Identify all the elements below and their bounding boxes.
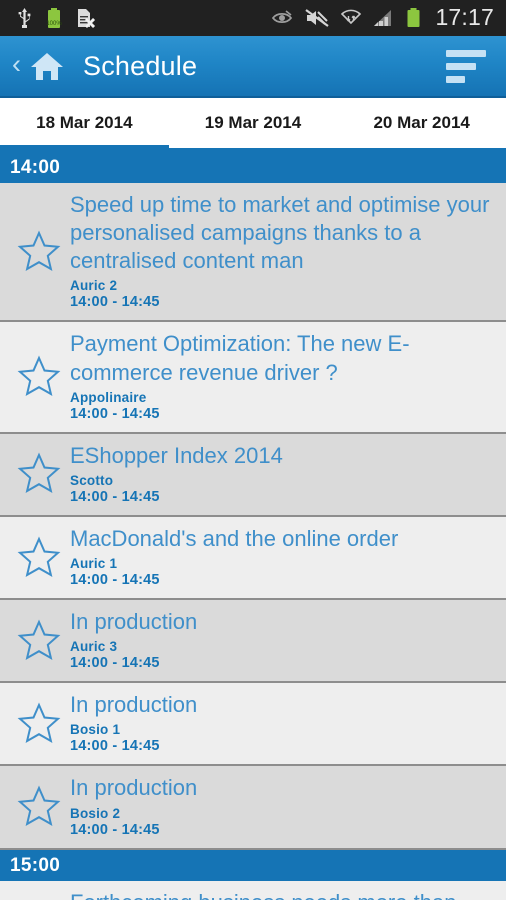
- session-time: 14:00 - 14:45: [70, 572, 160, 589]
- session-room: Scotto: [70, 472, 114, 488]
- tab-date-1[interactable]: 19 Mar 2014: [169, 98, 338, 148]
- favorite-star-icon[interactable]: [8, 702, 70, 744]
- session-details: Payment Optimization: The new E-commerce…: [70, 330, 498, 421]
- battery-icon: [406, 8, 421, 28]
- session-room: Auric 3: [70, 639, 118, 655]
- tab-label: 18 Mar 2014: [36, 113, 133, 132]
- favorite-star-icon[interactable]: [8, 536, 70, 578]
- time-group-header: 14:00: [0, 152, 506, 183]
- action-bar: ‹ Schedule: [0, 36, 506, 98]
- status-bar: 100% 17:17: [0, 0, 506, 36]
- favorite-star-icon[interactable]: [8, 619, 70, 661]
- home-icon[interactable]: [25, 50, 69, 82]
- status-bar-clock: 17:17: [435, 3, 494, 30]
- session-row[interactable]: In production Bosio 1 14:00 - 14:45: [0, 683, 506, 767]
- schedule-list[interactable]: 14:00 Speed up time to market and optimis…: [0, 152, 506, 900]
- session-details: In production Bosio 2 14:00 - 14:45: [70, 774, 498, 837]
- session-details: Speed up time to market and optimise you…: [70, 191, 498, 310]
- session-room: Auric 1: [70, 556, 118, 572]
- signal-bars-icon: [373, 9, 395, 27]
- sort-filter-icon[interactable]: [446, 49, 492, 83]
- usb-icon: [16, 7, 33, 29]
- eye-icon: [272, 10, 294, 26]
- session-time: 14:00 - 14:45: [70, 655, 160, 672]
- session-time: 14:00 - 14:45: [70, 488, 160, 505]
- tab-label: 19 Mar 2014: [204, 113, 302, 132]
- session-room: Appolinaire: [70, 389, 147, 405]
- status-bar-left-icons: 100%: [8, 7, 96, 29]
- session-time: 14:00 - 14:45: [70, 405, 160, 422]
- session-row[interactable]: In production Auric 3 14:00 - 14:45: [0, 600, 506, 684]
- session-row[interactable]: EShopper Index 2014 Scotto 14:00 - 14:45: [0, 433, 506, 517]
- tab-date-2[interactable]: 20 Mar 2014: [337, 98, 506, 148]
- session-details: Forthcoming business needs more than yes…: [70, 889, 498, 900]
- wifi-icon: [340, 9, 362, 27]
- session-title: Forthcoming business needs more than yes…: [70, 889, 492, 900]
- session-row[interactable]: Speed up time to market and optimise you…: [0, 183, 506, 323]
- svg-text:100%: 100%: [46, 21, 62, 27]
- session-title: Speed up time to market and optimise you…: [70, 192, 490, 274]
- session-title: In production: [70, 609, 198, 635]
- time-group-header: 15:00: [0, 849, 506, 881]
- favorite-star-icon[interactable]: [8, 452, 70, 494]
- battery-charge-icon: 100%: [46, 7, 62, 29]
- sort-bar-1: [446, 49, 486, 57]
- session-title: In production: [70, 692, 198, 718]
- session-row[interactable]: MacDonald's and the online order Auric 11…: [0, 516, 506, 601]
- session-room: Bosio 1: [70, 722, 121, 738]
- session-details: In production Bosio 1 14:00 - 14:45: [70, 691, 498, 754]
- tab-label: 20 Mar 2014: [373, 113, 470, 132]
- session-row[interactable]: Forthcoming business needs more than yes…: [0, 880, 506, 900]
- sort-bar-3: [446, 75, 465, 83]
- app-screen: 100% 17:17 ‹ Schedule 18 Mar 2014 19 Mar…: [0, 0, 506, 900]
- session-time: 14:00 - 14:45: [70, 821, 160, 838]
- session-title: In production: [70, 775, 198, 801]
- tab-date-0[interactable]: 18 Mar 2014: [0, 98, 169, 152]
- session-details: MacDonald's and the online order Auric 11…: [70, 525, 498, 588]
- session-room: Bosio 2: [70, 805, 121, 821]
- session-time: 14:00 - 14:45: [70, 738, 160, 755]
- volume-muted-icon: [305, 9, 330, 27]
- session-room: Auric 2: [70, 278, 118, 294]
- session-title: Payment Optimization: The new E-commerce…: [70, 331, 410, 385]
- status-bar-right-icons: 17:17: [272, 4, 498, 33]
- sim-card-disabled-icon: [75, 7, 96, 29]
- sort-bar-2: [446, 62, 476, 70]
- session-details: In production Auric 3 14:00 - 14:45: [70, 608, 498, 671]
- date-tabs: 18 Mar 2014 19 Mar 2014 20 Mar 2014: [0, 98, 506, 152]
- session-details: EShopper Index 2014 Scotto 14:00 - 14:45: [70, 442, 498, 505]
- favorite-star-icon[interactable]: [8, 785, 70, 827]
- session-title: EShopper Index 2014: [70, 442, 283, 468]
- page-title: Schedule: [83, 50, 198, 81]
- favorite-star-icon[interactable]: [8, 355, 70, 397]
- session-time: 14:00 - 14:45: [70, 294, 160, 311]
- back-chevron-icon[interactable]: ‹: [8, 50, 25, 82]
- session-row[interactable]: In production Bosio 2 14:00 - 14:45: [0, 766, 506, 850]
- favorite-star-icon[interactable]: [8, 230, 70, 272]
- session-title: MacDonald's and the online order: [70, 525, 399, 551]
- session-row[interactable]: Payment Optimization: The new E-commerce…: [0, 322, 506, 434]
